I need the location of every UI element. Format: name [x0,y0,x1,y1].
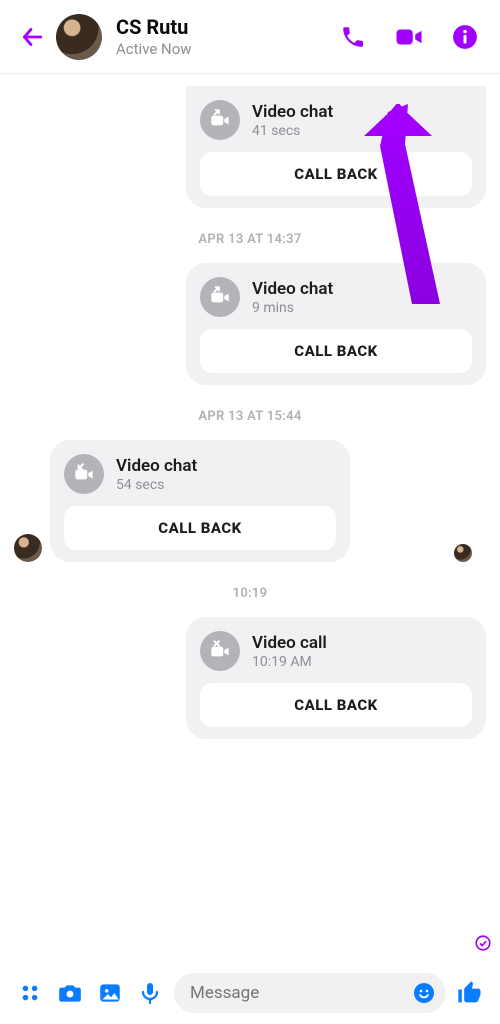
video-icon [394,22,424,52]
call-bubble: Video chat41 secs CALL BACK [186,86,486,208]
arrow-left-icon [19,24,45,50]
phone-icon [340,24,366,50]
video-missed-icon [200,631,240,671]
image-icon [97,980,123,1006]
contact-name: CS Rutu [116,15,318,39]
four-dots-icon [19,982,41,1004]
chat-header: CS Rutu Active Now [0,0,500,74]
call-title: Video chat [252,102,333,122]
more-apps-button[interactable] [10,973,50,1013]
voice-clip-button[interactable] [130,973,170,1013]
info-icon [452,24,478,50]
call-subtitle: 41 secs [252,123,333,139]
check-circle-icon [474,934,492,952]
thumbs-up-icon [456,979,484,1007]
call-title: Video chat [252,279,333,299]
like-button[interactable] [450,973,490,1013]
call-bubble: Video chat9 mins CALL BACK [186,263,486,385]
message-thread[interactable]: Video chat41 secsCALL BACKAPR 13 AT 14:3… [0,74,500,962]
sender-avatar[interactable] [14,534,42,562]
timestamp: APR 13 AT 15:44 [14,409,486,424]
avatar[interactable] [56,14,102,60]
call-back-button[interactable]: CALL BACK [200,683,472,727]
call-back-button[interactable]: CALL BACK [64,506,336,550]
call-subtitle: 54 secs [116,477,197,493]
audio-call-button[interactable] [332,16,374,58]
video-out-icon [200,277,240,317]
camera-button[interactable] [50,973,90,1013]
timestamp: APR 13 AT 14:37 [14,232,486,247]
video-out-icon [200,100,240,140]
microphone-icon [138,981,162,1005]
timestamp: 10:19 [14,586,486,601]
emoji-button[interactable] [412,981,436,1005]
camera-icon [57,980,83,1006]
call-title: Video chat [116,456,197,476]
call-event-row: Video chat54 secs CALL BACK [14,440,486,562]
delivered-indicator [474,934,492,952]
back-button[interactable] [14,19,50,55]
message-composer[interactable] [174,973,446,1013]
info-button[interactable] [444,16,486,58]
seen-avatar [454,544,472,562]
call-subtitle: 10:19 AM [252,654,327,670]
smiley-icon [412,981,436,1005]
call-event-row: Video chat9 mins CALL BACK [14,263,486,385]
video-in-icon [64,454,104,494]
call-event-row: Video chat41 secs CALL BACK [14,86,486,208]
call-back-button[interactable]: CALL BACK [200,329,472,373]
contact-status: Active Now [116,40,318,58]
chat-title-block[interactable]: CS Rutu Active Now [116,15,318,58]
message-input[interactable] [190,983,412,1003]
call-subtitle: 9 mins [252,300,333,316]
gallery-button[interactable] [90,973,130,1013]
call-bubble: Video call10:19 AM CALL BACK [186,617,486,739]
video-call-button[interactable] [388,16,430,58]
composer-bar [0,962,500,1024]
call-title: Video call [252,633,327,653]
call-back-button[interactable]: CALL BACK [200,152,472,196]
call-bubble: Video chat54 secs CALL BACK [50,440,350,562]
call-event-row: Video call10:19 AM CALL BACK [14,617,486,739]
